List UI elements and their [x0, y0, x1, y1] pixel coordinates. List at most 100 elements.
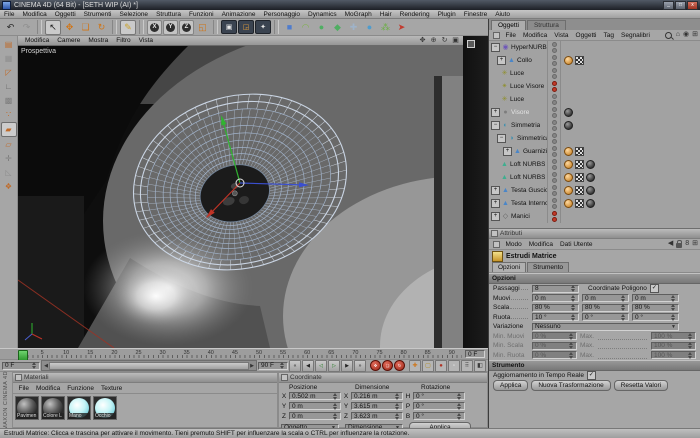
menu-strumenti[interactable]: Strumenti — [80, 11, 116, 18]
tab-oggetti[interactable]: Oggetti — [491, 20, 526, 30]
record-keyframe-button[interactable]: ✚ — [409, 360, 421, 372]
smoothing-tag-icon[interactable] — [564, 147, 573, 156]
menu-finestre[interactable]: Finestre — [460, 11, 491, 18]
visibility-dots[interactable] — [547, 210, 560, 223]
render-settings-icon[interactable]: ✦ — [255, 20, 271, 34]
min-ruota-field[interactable]: 0 % — [532, 351, 577, 359]
stepper-icon[interactable] — [621, 295, 626, 302]
tree-item-simmetria[interactable]: −◐Simmetria — [489, 119, 700, 132]
materials-menu-texture[interactable]: Texture — [97, 385, 125, 392]
material-tag-icon[interactable] — [586, 186, 595, 195]
back-icon[interactable]: ◀ — [668, 240, 673, 248]
material-colore-l[interactable]: Colore L — [41, 396, 65, 420]
material-tag-icon[interactable] — [564, 108, 573, 117]
viewport-menu-mostra[interactable]: Mostra — [84, 37, 112, 44]
visibility-dots[interactable] — [547, 158, 560, 171]
workplane-mode-icon[interactable]: ◺ — [2, 166, 16, 179]
visibility-dot[interactable] — [552, 113, 557, 118]
visibility-dot[interactable] — [552, 217, 557, 222]
tree-item-testa-guscio[interactable]: +▲Testa Guscio — [489, 184, 700, 197]
visibility-dots[interactable] — [547, 197, 560, 210]
stepper-icon[interactable] — [569, 333, 574, 340]
variazione-dropdown[interactable]: Nessuno▼ — [532, 323, 679, 331]
min-scala-max-field[interactable]: 100 % — [651, 342, 696, 350]
rotate-tool-icon[interactable]: ↻ — [94, 20, 109, 34]
workplane-snap-button[interactable]: ◧ — [474, 360, 486, 372]
menu-aiuto[interactable]: Aiuto — [491, 11, 514, 18]
texture-tag-icon[interactable] — [575, 160, 584, 169]
texture-paint-icon[interactable]: ▦ — [2, 52, 16, 65]
record-position-button[interactable]: ✥ — [370, 360, 381, 371]
timeline-ruler[interactable]: 51015202530354045505560657075808590 0 F — [0, 348, 488, 360]
visibility-dots[interactable] — [547, 184, 560, 197]
menu-dynamics[interactable]: Dynamics — [304, 11, 341, 18]
smoothing-tag-icon[interactable] — [564, 199, 573, 208]
panel-divider[interactable] — [463, 36, 488, 348]
menu-mograph[interactable]: MoGraph — [341, 11, 376, 18]
stepper-icon[interactable] — [671, 295, 676, 302]
min-muovi-field[interactable]: 0 % — [532, 332, 577, 340]
size-field-2[interactable]: 3.623 m — [351, 412, 403, 420]
prev-key-button[interactable]: ◀ — [302, 360, 314, 372]
stepper-icon[interactable] — [457, 413, 462, 420]
lock-x-icon[interactable]: X — [147, 20, 162, 35]
visibility-dots[interactable] — [547, 132, 560, 145]
coordinate-system-icon[interactable]: ◱ — [195, 20, 210, 34]
texture-mode-icon[interactable]: ▩ — [2, 94, 16, 107]
scale-tool-icon[interactable]: ❑ — [78, 20, 93, 34]
render-view-icon[interactable]: ▣ — [221, 20, 237, 34]
scala-field-1[interactable]: 80 % — [582, 304, 629, 312]
menu-plugin[interactable]: Plugin — [434, 11, 460, 18]
scala-field-2[interactable]: 80 % — [632, 304, 679, 312]
materials-menu-file[interactable]: File — [15, 385, 32, 392]
visibility-dots[interactable] — [547, 80, 560, 93]
visibility-dots[interactable] — [547, 119, 560, 132]
smoothing-tag-icon[interactable] — [564, 186, 573, 195]
tab-opzioni[interactable]: Opzioni — [492, 262, 526, 272]
add-environment-icon[interactable]: ● — [362, 20, 377, 34]
stepper-icon[interactable] — [688, 352, 693, 359]
maximize-button[interactable]: □ — [675, 1, 686, 10]
stepper-icon[interactable] — [457, 403, 462, 410]
menu-file[interactable]: File — [0, 11, 18, 18]
resetta-valori-button[interactable]: Resetta Valori — [614, 380, 668, 391]
tree-item-luce-visore[interactable]: ✴Luce Visore — [489, 80, 700, 93]
material-tag-icon[interactable] — [586, 173, 595, 182]
history-icon[interactable]: 8 — [685, 240, 689, 248]
visibility-dots[interactable] — [547, 67, 560, 80]
muovi-field-0[interactable]: 0 m — [532, 294, 579, 302]
viewport-menu-modifica[interactable]: Modifica — [21, 37, 53, 44]
play-forward-button[interactable]: ▷ — [328, 360, 340, 372]
panel-icon[interactable] — [281, 374, 288, 381]
visibility-dot[interactable] — [552, 68, 557, 73]
ruota-field-2[interactable]: 0 ° — [632, 313, 679, 321]
smoothing-tag-icon[interactable] — [564, 173, 573, 182]
model-mode-icon[interactable]: ◸ — [2, 66, 16, 79]
visibility-dot[interactable] — [552, 94, 557, 99]
ruota-field-1[interactable]: 0 ° — [582, 313, 629, 321]
add-primitive-icon[interactable]: ■ — [282, 20, 297, 34]
panel-icon[interactable] — [493, 241, 500, 248]
visibility-dot[interactable] — [552, 120, 557, 125]
position-field-1[interactable]: 0 m — [289, 402, 341, 410]
visibility-dot[interactable] — [552, 55, 557, 60]
next-key-button[interactable]: ▶ — [341, 360, 353, 372]
stepper-icon[interactable] — [32, 362, 37, 369]
texture-axis-mode-icon[interactable]: ✛ — [2, 152, 16, 165]
autokey-button[interactable]: ▢ — [422, 360, 434, 372]
texture-tag-icon[interactable] — [575, 199, 584, 208]
material-tag-icon[interactable] — [586, 199, 595, 208]
add-spline-icon[interactable]: ◠ — [298, 20, 313, 34]
texture-tag-icon[interactable] — [575, 173, 584, 182]
min-scala-field[interactable]: 0 % — [532, 342, 577, 350]
stepper-icon[interactable] — [569, 342, 574, 349]
visibility-dot[interactable] — [552, 159, 557, 164]
stepper-icon[interactable] — [671, 314, 676, 321]
lock-z-icon[interactable]: Z — [179, 20, 194, 35]
texture-tag-icon[interactable] — [575, 56, 584, 65]
expand-icon[interactable]: − — [491, 43, 500, 52]
am-menu-dati-utente[interactable]: Dati Utente — [556, 241, 596, 248]
material-pavimen[interactable]: Pavimen — [15, 396, 39, 420]
record-rotation-button[interactable]: ↻ — [394, 360, 405, 371]
object-axis-mode-icon[interactable]: ∟ — [2, 80, 16, 93]
